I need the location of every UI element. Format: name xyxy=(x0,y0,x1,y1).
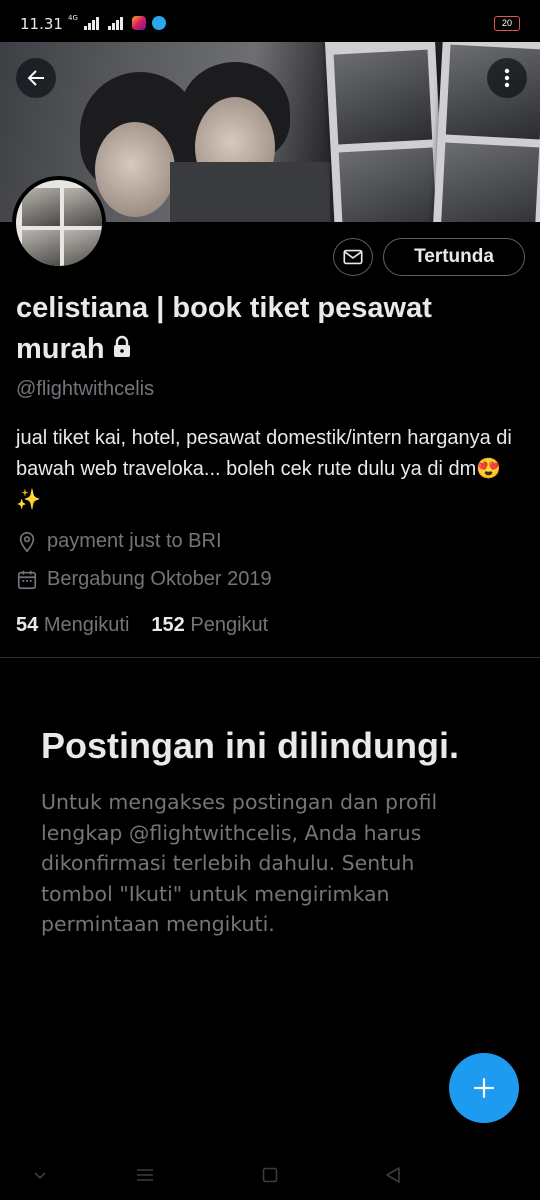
plus-icon xyxy=(474,1078,494,1098)
more-options-button[interactable] xyxy=(487,58,527,98)
joined-row: Bergabung Oktober 2019 xyxy=(16,568,272,591)
back-nav-button[interactable] xyxy=(380,1162,406,1188)
joined-text: Bergabung Oktober 2019 xyxy=(47,568,272,590)
location-text: payment just to BRI xyxy=(47,530,222,552)
more-vertical-icon xyxy=(504,68,510,88)
back-button[interactable] xyxy=(16,58,56,98)
display-name-text: celistiana | book tiket pesawat murah xyxy=(16,292,432,365)
signal-2-icon xyxy=(107,16,126,30)
telegram-icon xyxy=(151,16,166,30)
triangle-back-icon xyxy=(386,1167,400,1183)
profile-bio: jual tiket kai, hotel, pesawat domestik/… xyxy=(16,427,512,511)
arrow-left-icon xyxy=(27,70,44,86)
display-name: celistiana | book tiket pesawat murah xyxy=(16,288,526,371)
menu-nav-button[interactable] xyxy=(132,1162,158,1188)
status-time: 11.31 xyxy=(20,15,63,33)
network-type: 4G xyxy=(68,14,78,22)
calendar-icon xyxy=(17,570,37,589)
avatar[interactable] xyxy=(12,176,106,270)
location-pin-icon xyxy=(19,531,35,552)
followers-link[interactable]: 152 Pengikut xyxy=(151,614,268,637)
menu-icon xyxy=(137,1169,153,1181)
divider xyxy=(0,657,540,658)
following-link[interactable]: 54 Mengikuti xyxy=(16,614,129,637)
status-bar: 11.31 4G 20 xyxy=(0,0,540,44)
profile-handle: @flightwithcelis xyxy=(16,378,155,400)
protected-body: Untuk mengakses postingan dan profil len… xyxy=(41,790,438,936)
square-icon xyxy=(262,1167,278,1183)
followers-label: Pengikut xyxy=(190,614,269,636)
envelope-icon xyxy=(343,249,363,265)
following-label: Mengikuti xyxy=(43,614,130,636)
pending-follow-button[interactable]: Tertunda xyxy=(383,238,525,276)
hide-nav-button[interactable] xyxy=(27,1162,53,1188)
system-nav-bar xyxy=(0,1150,540,1200)
battery-icon: 20 xyxy=(494,16,520,31)
home-nav-button[interactable] xyxy=(257,1162,283,1188)
protected-title: Postingan ini dilindungi. xyxy=(41,725,459,766)
location-row: payment just to BRI xyxy=(16,530,222,553)
follow-stats: 54 Mengikuti 152 Pengikut xyxy=(16,614,268,637)
status-icons: 4G xyxy=(68,14,166,30)
compose-button[interactable] xyxy=(449,1053,519,1123)
instagram-icon xyxy=(131,16,146,30)
signal-icon xyxy=(83,16,102,30)
lock-icon xyxy=(111,330,133,371)
following-count: 54 xyxy=(16,614,39,636)
chevron-down-icon xyxy=(34,1172,46,1180)
message-button[interactable] xyxy=(333,238,373,276)
followers-count: 152 xyxy=(151,614,185,636)
